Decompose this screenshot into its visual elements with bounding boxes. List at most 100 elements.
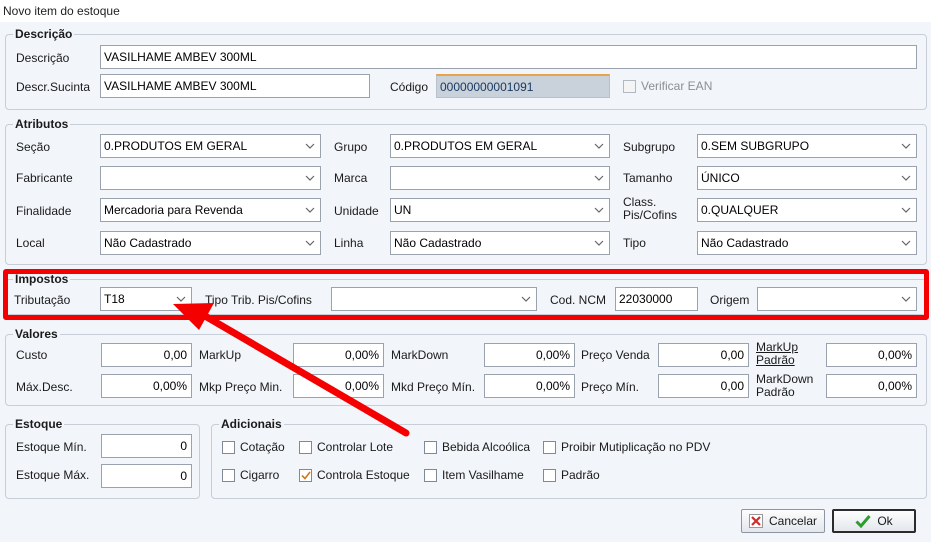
origem-select[interactable]	[757, 287, 917, 311]
finalidade-value: Mercadoria para Revenda	[104, 203, 243, 217]
descricao-input[interactable]: VASILHAME AMBEV 300ML	[100, 45, 917, 69]
preco-min-input[interactable]: 0,00	[658, 374, 749, 398]
chevron-down-icon[interactable]	[516, 288, 536, 310]
unidade-label: Unidade	[334, 204, 379, 218]
chevron-down-icon[interactable]	[896, 199, 916, 221]
item-vasilhame-checkbox[interactable]: Item Vasilhame	[424, 468, 524, 482]
tipo-trib-pis-cofins-select[interactable]	[331, 287, 537, 311]
mkd-preco-min-input[interactable]: 0,00%	[484, 374, 575, 398]
cigarro-checkbox[interactable]: Cigarro	[222, 468, 279, 482]
cancel-button-label: Cancelar	[768, 514, 818, 528]
chevron-down-icon[interactable]	[896, 288, 916, 310]
finalidade-select[interactable]: Mercadoria para Revenda	[100, 198, 321, 222]
class-pis-cofins-value: 0.QUALQUER	[701, 203, 779, 217]
ok-button-label: Ok	[877, 514, 893, 528]
mkd-preco-min-label: Mkd Preço Mín.	[391, 380, 476, 394]
local-select[interactable]: Não Cadastrado	[100, 231, 321, 255]
adicionais-group: Adicionais	[211, 417, 927, 499]
cotacao-checkbox[interactable]: Cotação	[222, 440, 285, 454]
subgrupo-select[interactable]: 0.SEM SUBGRUPO	[697, 134, 917, 158]
preco-min-label: Preço Mín.	[581, 380, 640, 394]
local-value: Não Cadastrado	[104, 236, 192, 250]
mkp-preco-min-input[interactable]: 0,00%	[293, 374, 384, 398]
class-pis-cofins-label: Class. Pis/Cofins	[623, 195, 678, 222]
cigarro-box	[222, 468, 235, 482]
cod-ncm-label: Cod. NCM	[550, 293, 607, 307]
markup-input[interactable]: 0,00%	[293, 343, 384, 367]
grupo-value: 0.PRODUTOS EM GERAL	[394, 139, 538, 153]
linha-value: Não Cadastrado	[394, 236, 482, 250]
descr-sucinta-input[interactable]: VASILHAME AMBEV 300ML	[100, 74, 370, 98]
linha-label: Linha	[334, 236, 364, 250]
unidade-value: UN	[394, 203, 412, 217]
max-desc-input[interactable]: 0,00%	[101, 374, 192, 398]
chevron-down-icon[interactable]	[589, 135, 609, 157]
valores-group-title: Valores	[13, 327, 60, 341]
chevron-down-icon[interactable]	[896, 232, 916, 254]
marca-label: Marca	[334, 171, 368, 185]
grupo-select[interactable]: 0.PRODUTOS EM GERAL	[390, 134, 610, 158]
fabricante-select[interactable]	[100, 166, 321, 190]
preco-venda-input[interactable]: 0,00	[658, 343, 749, 367]
cotacao-label: Cotação	[240, 440, 285, 454]
custo-input[interactable]: 0,00	[101, 343, 192, 367]
max-desc-label: Máx.Desc.	[16, 380, 73, 394]
proibir-multiplicacao-checkbox[interactable]: Proibir Mutiplicação no PDV	[543, 440, 710, 454]
atributos-group-title: Atributos	[13, 117, 71, 131]
tamanho-select[interactable]: ÚNICO	[697, 166, 917, 190]
cod-ncm-input[interactable]: 22030000	[615, 287, 698, 311]
controlar-lote-checkbox[interactable]: Controlar Lote	[299, 440, 393, 454]
cigarro-label: Cigarro	[240, 468, 280, 482]
checkmark-icon	[855, 514, 871, 528]
bebida-alcoolica-checkbox[interactable]: Bebida Alcoólica	[424, 440, 530, 454]
chevron-down-icon[interactable]	[896, 167, 916, 189]
verificar-ean-label: Verificar EAN	[641, 79, 713, 93]
subgrupo-label: Subgrupo	[623, 140, 676, 154]
class-pis-cofins-select[interactable]: 0.QUALQUER	[697, 198, 917, 222]
secao-label: Seção	[16, 140, 51, 154]
verificar-ean-checkbox[interactable]: Verificar EAN	[623, 79, 712, 93]
cancel-button[interactable]: Cancelar	[741, 509, 825, 533]
ok-button[interactable]: Ok	[832, 509, 916, 533]
descricao-label: Descrição	[16, 51, 70, 65]
chevron-down-icon[interactable]	[300, 232, 320, 254]
tipo-select[interactable]: Não Cadastrado	[697, 231, 917, 255]
linha-select[interactable]: Não Cadastrado	[390, 231, 610, 255]
marca-select[interactable]	[390, 166, 610, 190]
descricao-group-title: Descrição	[13, 27, 75, 41]
chevron-down-icon[interactable]	[589, 232, 609, 254]
custo-label: Custo	[16, 348, 48, 362]
chevron-down-icon[interactable]	[896, 135, 916, 157]
estoque-max-input[interactable]: 0	[101, 464, 192, 488]
estoque-min-input[interactable]: 0	[101, 434, 192, 458]
chevron-down-icon[interactable]	[300, 135, 320, 157]
tamanho-value: ÚNICO	[701, 171, 740, 185]
preco-venda-label: Preço Venda	[581, 348, 650, 362]
grupo-label: Grupo	[334, 140, 368, 154]
controla-estoque-box	[299, 468, 312, 482]
cotacao-box	[222, 440, 235, 454]
chevron-down-icon[interactable]	[589, 199, 609, 221]
impostos-group-title: Impostos	[13, 272, 71, 286]
chevron-down-icon[interactable]	[300, 199, 320, 221]
local-label: Local	[16, 236, 45, 250]
markdown-padrao-input[interactable]: 0,00%	[826, 374, 917, 398]
controla-estoque-checkbox[interactable]: Controla Estoque	[299, 468, 410, 482]
chevron-down-icon[interactable]	[171, 288, 191, 310]
markup-padrao-input[interactable]: 0,00%	[826, 343, 917, 367]
estoque-group-title: Estoque	[13, 417, 65, 431]
padrao-checkbox[interactable]: Padrão	[543, 468, 600, 482]
fabricante-label: Fabricante	[16, 171, 73, 185]
secao-select[interactable]: 0.PRODUTOS EM GERAL	[100, 134, 321, 158]
markdown-input[interactable]: 0,00%	[484, 343, 575, 367]
tributacao-select[interactable]: T18	[100, 287, 192, 311]
markup-padrao-label: MarkUp Padrão	[756, 340, 799, 367]
verificar-ean-box	[623, 79, 636, 93]
unidade-select[interactable]: UN	[390, 198, 610, 222]
chevron-down-icon[interactable]	[300, 167, 320, 189]
window-title: Novo item do estoque	[3, 4, 120, 18]
chevron-down-icon[interactable]	[589, 167, 609, 189]
padrao-label: Padrão	[561, 468, 600, 482]
secao-value: 0.PRODUTOS EM GERAL	[104, 139, 248, 153]
codigo-input[interactable]: 00000000001091	[436, 74, 610, 98]
